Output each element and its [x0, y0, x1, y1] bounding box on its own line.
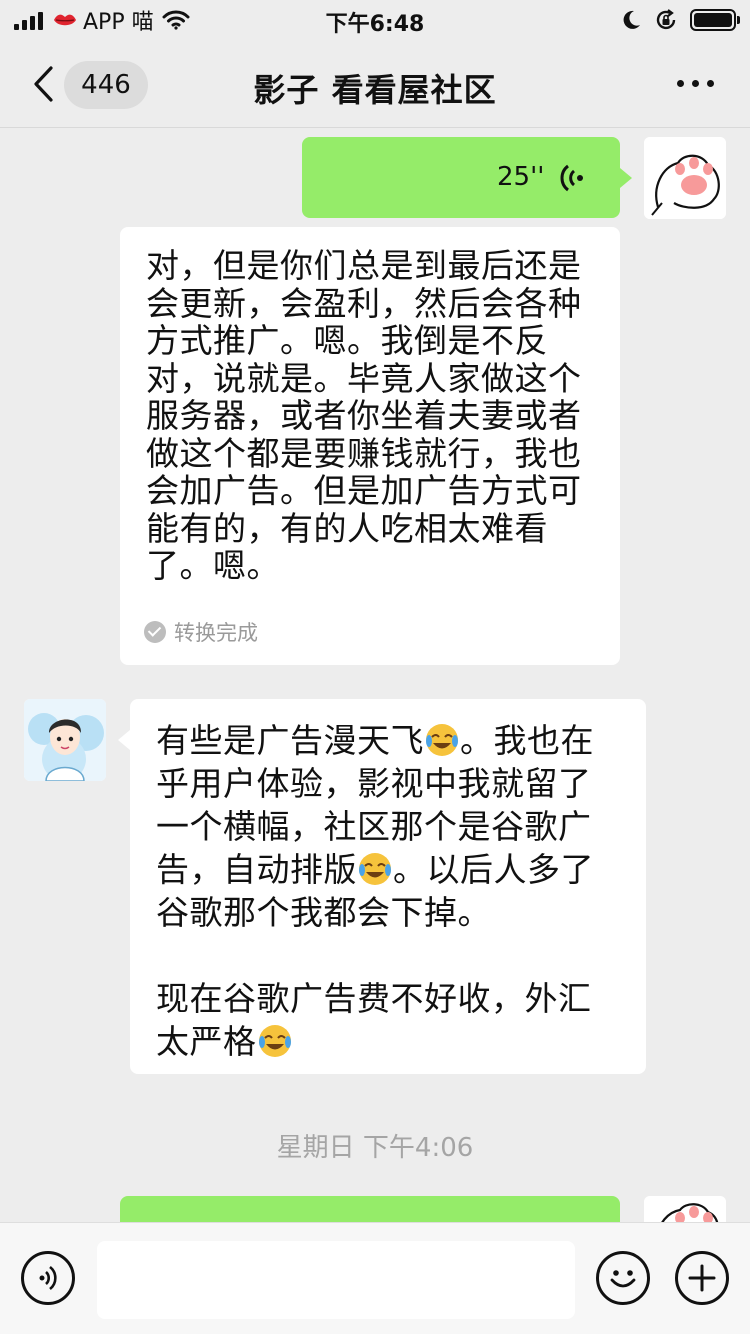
laughing-crying-emoji-icon [258, 1025, 291, 1057]
message-line: 现在谷歌广告费不好收，外汇 [156, 979, 592, 1018]
check-circle-icon [144, 621, 166, 643]
message-line: 一个横幅，社区那个是谷歌广 [156, 807, 592, 846]
more-options-icon[interactable] [677, 80, 714, 87]
my-avatar[interactable] [644, 137, 726, 219]
message-timestamp: 星期日 下午4:06 [276, 1133, 474, 1163]
rotation-lock-icon [656, 9, 676, 30]
conversion-status-label: 转换完成 [174, 621, 258, 645]
voice-transcript[interactable]: 对，但是你们总是到最后还是 会更新，会盈利，然后会各种 方式推广。嗯。我倒是不反… [120, 227, 620, 665]
status-bar: APP 喵 下午6:48 [0, 0, 750, 40]
battery-icon [690, 9, 740, 31]
cat-paw-avatar-icon [644, 137, 726, 219]
smiley-face-icon [610, 1270, 636, 1288]
plus-icon [688, 1264, 716, 1292]
chat-header: 446 影子 看看屋社区 [0, 40, 750, 128]
transcript-line: 了。嗯。 [146, 546, 280, 585]
cartoon-boy-avatar-icon [24, 699, 106, 781]
voice-icon [39, 1265, 57, 1291]
more-actions-button[interactable] [675, 1251, 729, 1305]
message-input[interactable] [97, 1241, 575, 1319]
voice-input-toggle-button[interactable] [21, 1251, 75, 1305]
laughing-crying-emoji-icon [359, 853, 391, 885]
transcript-line: 方式推广。嗯。我倒是不反 [146, 321, 548, 360]
bubble-tail [118, 730, 130, 750]
message-line: 谷歌那个我都会下掉。 [156, 893, 491, 932]
transcript-line: 服务器，或者你坐着夫妻或者 [146, 396, 582, 435]
voice-wave-icon [560, 164, 583, 192]
message-line: 太严格 [156, 1020, 620, 1063]
do-not-disturb-icon [623, 10, 640, 29]
message-line: 有些是广告漫天飞 。我也在 [156, 721, 594, 760]
contact-avatar[interactable] [24, 699, 106, 781]
transcript-line: 能有的，有的人吃相太难看 [146, 508, 548, 548]
message-line: 告，自动排版 。以后人多了 [156, 850, 594, 889]
laughing-crying-emoji-icon [426, 724, 458, 756]
transcript-line: 会更新，会盈利，然后会各种 [146, 283, 582, 323]
transcript-line: 对，但是你们总是到最后还是 [146, 246, 582, 285]
emoji-picker-button[interactable] [596, 1251, 650, 1305]
input-bar [0, 1222, 750, 1334]
received-message-bubble[interactable]: 有些是广告漫天飞 。我也在 乎用户体验，影视中我就留了 一个横幅，社区那个是谷歌广… [130, 699, 646, 1074]
bubble-tail [620, 168, 632, 188]
transcript-line: 做这个都是要赚钱就行，我也 [146, 433, 582, 473]
chat-title: 影子 看看屋社区 [253, 71, 497, 109]
message-line: 乎用户体验，影视中我就留了 [156, 764, 592, 803]
voice-duration: 25'' [497, 162, 545, 192]
transcript-line: 对，说就是。毕竟人家做这个 [146, 358, 582, 398]
conversion-status: 转换完成 [144, 617, 258, 647]
status-right [620, 8, 740, 32]
transcript-line: 会加广告。但是加广告方式可 [146, 471, 582, 510]
